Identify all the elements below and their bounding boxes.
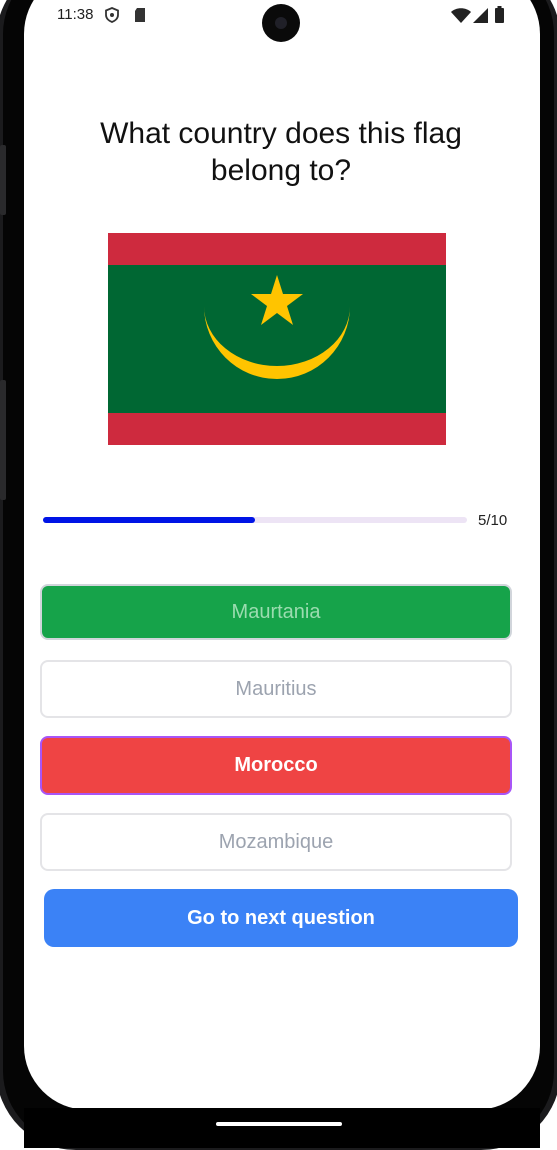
front-camera [262,4,300,42]
battery-icon [495,6,504,28]
progress-counter: 5/10 [478,512,508,529]
wifi-icon [451,8,471,28]
answer-option-2[interactable]: Mauritius [40,660,512,718]
answer-option-3[interactable]: Morocco [40,736,512,795]
next-question-button[interactable]: Go to next question [44,889,518,947]
volume-button [0,380,6,500]
sd-card-icon [133,7,147,28]
shield-icon [104,7,120,28]
question-text: What country does this flag belong to? [100,117,462,187]
progress-bar [43,517,467,523]
answer-option-label: Mozambique [218,830,334,853]
home-indicator[interactable] [216,1122,342,1126]
power-button [0,145,6,215]
answer-option-label: Mauritius [235,677,317,700]
progress-fill [43,517,255,523]
mauritania-flag-image [108,233,446,445]
navigation-bar [24,1108,540,1148]
status-time: 11:38 [57,6,94,23]
answer-option-label: Morocco [234,754,318,776]
signal-icon [473,8,488,28]
answer-option-1[interactable]: Maurtania [40,584,512,640]
answer-option-4[interactable]: Mozambique [40,813,512,871]
answer-option-label: Maurtania [231,600,321,623]
